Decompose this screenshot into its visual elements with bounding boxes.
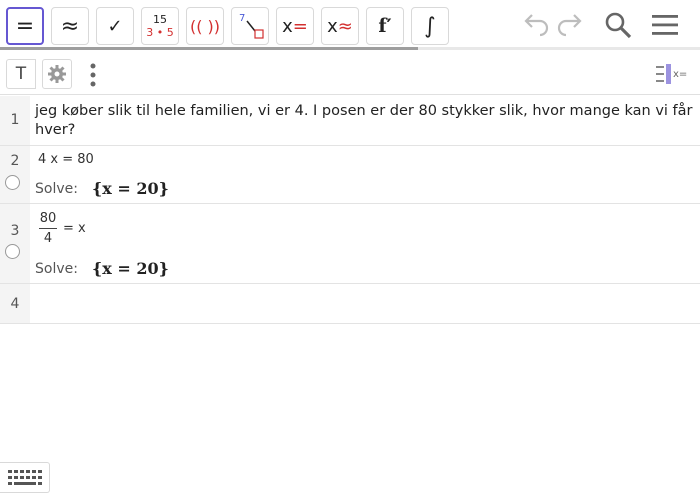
- menu-icon[interactable]: [650, 10, 680, 40]
- row-number-cell[interactable]: 2: [0, 146, 30, 203]
- check-label: ✓: [107, 15, 123, 37]
- keyboard-toggle-button[interactable]: [0, 462, 50, 493]
- cas-rows: 1 jeg køber slik til hele familien, vi e…: [0, 96, 700, 324]
- factor-bottom-label: 3 • 5: [146, 26, 174, 39]
- factor-button[interactable]: 15 3 • 5: [141, 7, 179, 45]
- row-number: 4: [10, 296, 20, 312]
- keyboard-icon: [7, 469, 42, 485]
- input-expression: 4 x = 80: [38, 152, 94, 167]
- integral-button[interactable]: ∫: [411, 7, 449, 45]
- show-in-graphics-toggle[interactable]: [5, 244, 20, 259]
- numeric-eval-button[interactable]: ≈: [51, 7, 89, 45]
- row-number-cell[interactable]: 3: [0, 204, 30, 283]
- integral-label: ∫: [424, 13, 436, 39]
- solve-button[interactable]: x =: [276, 7, 314, 45]
- row-output: Solve: {x = 20}: [35, 179, 696, 198]
- nsolve-x-label: x: [327, 15, 338, 37]
- solve-eq-label: =: [292, 15, 308, 37]
- fraction-bar: [39, 228, 57, 229]
- algebra-view-icon[interactable]: x=: [654, 62, 690, 86]
- redo-icon[interactable]: [556, 10, 586, 40]
- row-number: 3: [10, 223, 20, 239]
- row-number: 1: [10, 112, 20, 128]
- text-cell: jeg køber slik til hele familien, vi er …: [35, 103, 693, 138]
- approx-label: ≈: [60, 13, 80, 39]
- substitute-button[interactable]: 7: [231, 7, 269, 45]
- show-in-graphics-toggle[interactable]: [5, 175, 20, 190]
- cas-row[interactable]: 2 4 x = 80 Solve: {x = 20}: [0, 146, 700, 204]
- nsolve-approx-label: ≈: [337, 15, 353, 37]
- factor-top-label: 15: [153, 13, 167, 26]
- row-output: Solve: {x = 20}: [35, 259, 696, 278]
- solve-label: Solve:: [35, 260, 78, 277]
- expand-label: (( )): [189, 16, 221, 36]
- more-vertical-icon[interactable]: [88, 62, 98, 88]
- empty-input[interactable]: [35, 284, 696, 324]
- search-icon[interactable]: [603, 10, 633, 40]
- derivative-button[interactable]: f′: [366, 7, 404, 45]
- undo-icon[interactable]: [520, 10, 550, 40]
- toolbar-scrollbar[interactable]: [0, 47, 700, 50]
- svg-text:x=: x=: [673, 69, 687, 80]
- fraction-numerator: 80: [39, 211, 57, 226]
- cas-row[interactable]: 3 80 4 = x Solve: {x = 20}: [0, 204, 700, 284]
- cas-row[interactable]: 4: [0, 284, 700, 324]
- cas-style-bar: T x=: [0, 52, 700, 95]
- fraction-denominator: 4: [43, 231, 53, 246]
- text-mode-button[interactable]: T: [6, 59, 36, 89]
- solve-x-label: x: [282, 15, 293, 37]
- row-number-cell[interactable]: 1: [0, 96, 30, 145]
- fraction: 80 4: [39, 211, 57, 246]
- substitute-icon: 7: [239, 13, 264, 39]
- gear-icon: [48, 65, 66, 83]
- derivative-label: f′: [378, 15, 392, 37]
- row-input[interactable]: jeg køber slik til hele familien, vi er …: [35, 102, 696, 140]
- symbolic-eval-button[interactable]: =: [6, 7, 44, 45]
- solve-numeric-button[interactable]: x ≈: [321, 7, 359, 45]
- expression-rest: = x: [63, 221, 86, 236]
- text-icon: T: [15, 64, 27, 84]
- substitute-digit: 7: [239, 13, 245, 24]
- cas-row[interactable]: 1 jeg køber slik til hele familien, vi e…: [0, 96, 700, 146]
- expand-button[interactable]: (( )): [186, 7, 224, 45]
- solve-label: Solve:: [35, 180, 78, 197]
- check-input-button[interactable]: ✓: [96, 7, 134, 45]
- row-number: 2: [10, 153, 20, 169]
- row-input[interactable]: 4 x = 80: [35, 152, 696, 167]
- row-input[interactable]: 80 4 = x: [35, 211, 696, 246]
- equals-label: =: [15, 13, 35, 39]
- toolbar-scrollbar-thumb[interactable]: [0, 47, 418, 50]
- row-number-cell[interactable]: 4: [0, 284, 30, 323]
- cas-toolbar: = ≈ ✓ 15 3 • 5 (( )) 7 x = x ≈ f′ ∫: [0, 0, 700, 50]
- settings-button[interactable]: [42, 59, 72, 89]
- solve-result: {x = 20}: [91, 259, 169, 278]
- solve-result: {x = 20}: [91, 179, 169, 198]
